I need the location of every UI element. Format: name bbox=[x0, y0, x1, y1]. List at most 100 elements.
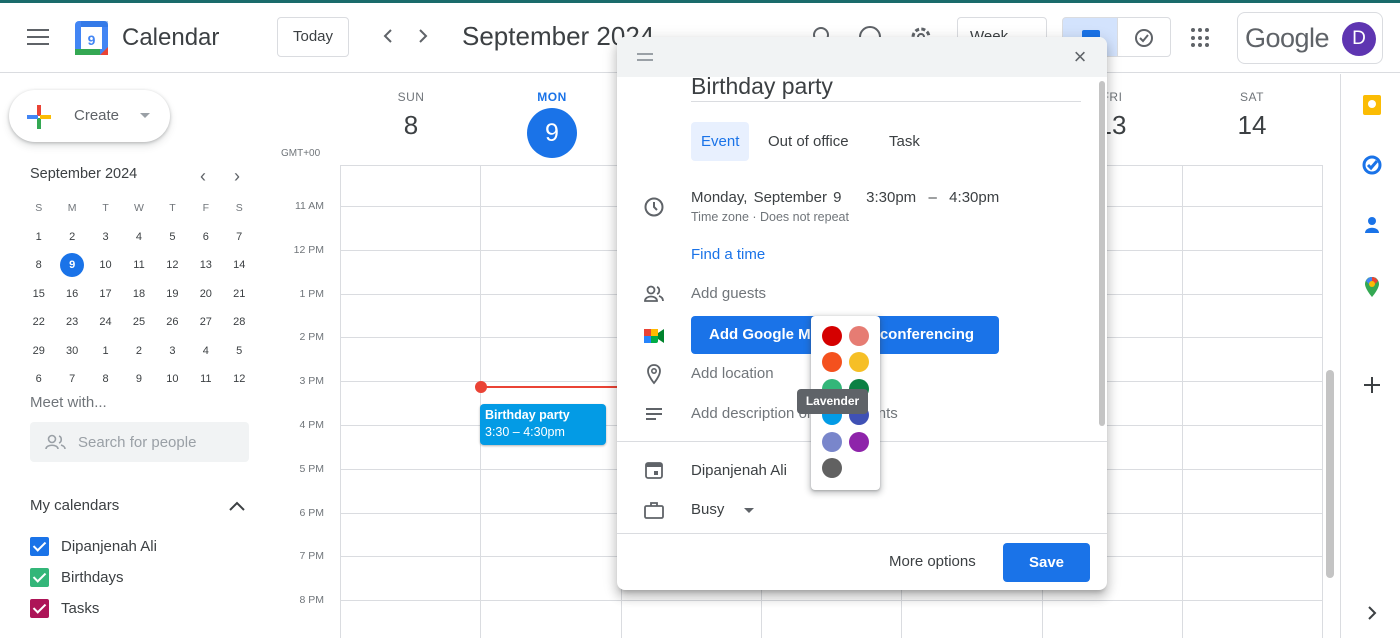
tasks-icon[interactable] bbox=[1361, 154, 1383, 176]
mini-day[interactable]: 19 bbox=[156, 288, 189, 300]
mini-day-label: 13 bbox=[199, 259, 212, 272]
mini-day[interactable]: 7 bbox=[223, 231, 256, 243]
mini-day[interactable]: 4 bbox=[189, 345, 222, 357]
color-swatch[interactable] bbox=[849, 431, 869, 452]
mini-day[interactable]: 9 bbox=[55, 253, 88, 278]
mini-prev-month-icon[interactable]: ‹ bbox=[200, 166, 206, 187]
event-title-input[interactable]: Birthday party bbox=[691, 73, 833, 100]
today-button[interactable]: Today bbox=[277, 17, 349, 57]
close-icon[interactable]: × bbox=[1069, 46, 1091, 68]
mini-day[interactable]: 18 bbox=[122, 288, 155, 300]
tab-task[interactable]: Task bbox=[879, 122, 930, 161]
mini-day[interactable]: 11 bbox=[189, 373, 222, 385]
mini-day[interactable]: 20 bbox=[189, 288, 222, 300]
mini-day[interactable]: 23 bbox=[55, 316, 88, 328]
avatar[interactable]: D bbox=[1342, 22, 1376, 56]
mini-day[interactable]: 12 bbox=[156, 259, 189, 271]
mini-day[interactable]: 1 bbox=[89, 345, 122, 357]
mini-day[interactable]: 16 bbox=[55, 288, 88, 300]
keep-icon[interactable] bbox=[1361, 94, 1383, 116]
color-swatch[interactable] bbox=[822, 458, 842, 478]
timezone-repeat-line[interactable]: Time zone · Does not repeat bbox=[691, 210, 849, 224]
mini-day[interactable]: 8 bbox=[22, 259, 55, 271]
calendar-checkbox[interactable] bbox=[30, 599, 49, 618]
save-button[interactable]: Save bbox=[1003, 543, 1090, 582]
expand-panel-chevron-icon[interactable] bbox=[1361, 602, 1383, 624]
mini-day[interactable]: 1 bbox=[22, 231, 55, 243]
tasks-view-toggle[interactable] bbox=[1117, 17, 1171, 57]
mini-day[interactable]: 28 bbox=[223, 316, 256, 328]
mini-day[interactable]: 2 bbox=[55, 231, 88, 243]
grid-scrollbar[interactable] bbox=[1326, 370, 1334, 578]
mini-day[interactable]: 4 bbox=[122, 231, 155, 243]
mini-day[interactable]: 11 bbox=[122, 259, 155, 271]
mini-day[interactable]: 8 bbox=[89, 373, 122, 385]
event-datetime[interactable]: Monday, September 9 3:30pm – 4:30pm bbox=[691, 189, 999, 206]
day-header-sun[interactable]: SUN 8 bbox=[341, 90, 481, 141]
mini-day[interactable]: 5 bbox=[156, 231, 189, 243]
next-week-icon[interactable] bbox=[410, 23, 436, 49]
mini-day[interactable]: 10 bbox=[156, 373, 189, 385]
create-dropdown-icon[interactable] bbox=[140, 113, 150, 118]
calendar-owner-name[interactable]: Dipanjenah Ali bbox=[691, 462, 787, 479]
color-swatch[interactable] bbox=[849, 352, 869, 373]
google-apps-icon[interactable] bbox=[1191, 28, 1211, 48]
mini-day[interactable]: 25 bbox=[122, 316, 155, 328]
day-header-mon[interactable]: MON bbox=[482, 90, 622, 104]
search-people-input[interactable]: Search for people bbox=[30, 422, 249, 462]
account-chip[interactable]: Google D bbox=[1237, 12, 1383, 64]
my-calendars-heading[interactable]: My calendars bbox=[30, 497, 119, 514]
availability-dropdown-icon[interactable] bbox=[744, 508, 754, 513]
mini-day[interactable]: 3 bbox=[156, 345, 189, 357]
mini-day[interactable]: 10 bbox=[89, 259, 122, 271]
today-date-circle[interactable]: 9 bbox=[527, 108, 577, 158]
more-options-button[interactable]: More options bbox=[889, 553, 976, 570]
mini-day[interactable]: 27 bbox=[189, 316, 222, 328]
mini-day[interactable]: 22 bbox=[22, 316, 55, 328]
calendar-checkbox[interactable] bbox=[30, 537, 49, 556]
create-button[interactable]: Create bbox=[9, 90, 170, 142]
mini-day[interactable]: 14 bbox=[223, 259, 256, 271]
mini-day[interactable]: 17 bbox=[89, 288, 122, 300]
mini-day[interactable]: 12 bbox=[223, 373, 256, 385]
dialog-scrollbar[interactable] bbox=[1099, 81, 1105, 426]
tab-out-of-office[interactable]: Out of office bbox=[758, 122, 859, 161]
main-menu-icon[interactable] bbox=[27, 29, 49, 45]
mini-day[interactable]: 30 bbox=[55, 345, 88, 357]
mini-day[interactable]: 6 bbox=[22, 373, 55, 385]
tab-event[interactable]: Event bbox=[691, 122, 750, 161]
contacts-icon[interactable] bbox=[1361, 214, 1383, 236]
event-chip-birthday-party[interactable]: Birthday party 3:30 – 4:30pm bbox=[480, 404, 606, 445]
mini-day[interactable]: 15 bbox=[22, 288, 55, 300]
mini-day[interactable]: 2 bbox=[122, 345, 155, 357]
day-header-sat[interactable]: SAT 14 bbox=[1182, 90, 1322, 141]
availability-select[interactable]: Busy bbox=[691, 501, 724, 518]
collapse-chevron-up-icon[interactable] bbox=[227, 498, 247, 514]
dialog-drag-bar[interactable] bbox=[617, 37, 1107, 77]
mini-next-month-icon[interactable]: › bbox=[234, 166, 240, 187]
calendar-checkbox[interactable] bbox=[30, 568, 49, 587]
add-addon-plus-icon[interactable] bbox=[1361, 374, 1383, 396]
color-swatch[interactable] bbox=[822, 326, 842, 346]
add-location-field[interactable]: Add location bbox=[691, 365, 774, 382]
maps-icon[interactable] bbox=[1361, 276, 1383, 298]
mini-day[interactable]: 6 bbox=[189, 231, 222, 243]
mini-day[interactable]: 21 bbox=[223, 288, 256, 300]
color-swatch[interactable] bbox=[822, 431, 842, 452]
mini-day[interactable]: 3 bbox=[89, 231, 122, 243]
drag-handle-icon[interactable] bbox=[637, 53, 653, 61]
color-swatch[interactable] bbox=[849, 326, 869, 346]
mini-day[interactable]: 7 bbox=[55, 373, 88, 385]
add-guests-field[interactable]: Add guests bbox=[691, 285, 766, 302]
color-swatch[interactable] bbox=[822, 352, 842, 373]
mini-day[interactable]: 26 bbox=[156, 316, 189, 328]
previous-week-icon[interactable] bbox=[375, 23, 401, 49]
mini-day[interactable]: 24 bbox=[89, 316, 122, 328]
find-a-time-link[interactable]: Find a time bbox=[691, 246, 765, 263]
mini-day[interactable]: 5 bbox=[223, 345, 256, 357]
mini-day-label: 11 bbox=[133, 259, 145, 272]
mini-day[interactable]: 13 bbox=[189, 259, 222, 271]
mini-day-label: 30 bbox=[66, 344, 79, 357]
mini-day[interactable]: 9 bbox=[122, 373, 155, 385]
mini-day[interactable]: 29 bbox=[22, 345, 55, 357]
